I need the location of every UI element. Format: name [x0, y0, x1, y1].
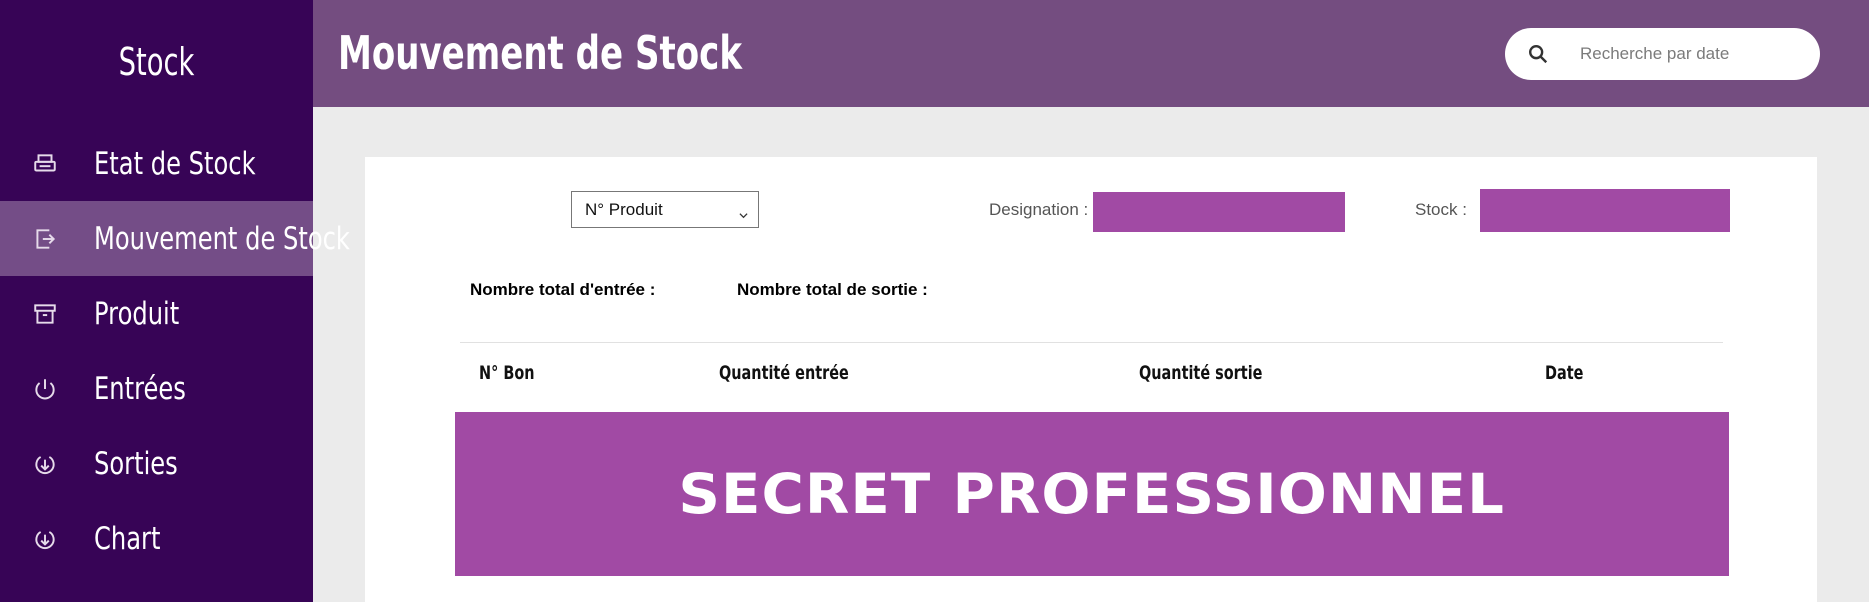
export-icon	[32, 226, 58, 252]
printer-icon	[32, 151, 58, 177]
sidebar: Stock Etat de Stock Mouvement de Stock P…	[0, 0, 350, 602]
sidebar-item-chart[interactable]: Chart	[0, 501, 313, 576]
sidebar-item-sorties[interactable]: Sorties	[0, 426, 313, 501]
chevron-down-icon	[739, 205, 748, 219]
brand-title: Stock	[118, 40, 195, 84]
sidebar-item-label: Entrées	[94, 370, 186, 407]
column-header-bon: N° Bon	[479, 362, 535, 384]
stock-label: Stock :	[1415, 200, 1467, 219]
sidebar-item-label: Chart	[94, 520, 161, 557]
archive-icon	[32, 301, 58, 327]
sidebar-item-etat-de-stock[interactable]: Etat de Stock	[0, 126, 313, 201]
column-header-quantite-sortie: Quantité sortie	[1139, 362, 1263, 384]
column-header-quantite-entree: Quantité entrée	[719, 362, 849, 384]
sidebar-item-label: Mouvement de Stock	[94, 220, 350, 257]
search-box[interactable]	[1505, 28, 1820, 80]
search-icon	[1527, 43, 1549, 65]
page-title: Mouvement de Stock	[338, 26, 742, 80]
download-circle-icon	[32, 526, 58, 552]
sidebar-item-label: Sorties	[94, 445, 178, 482]
sidebar-item-mouvement-de-stock[interactable]: Mouvement de Stock	[0, 201, 350, 276]
download-circle-icon	[32, 451, 58, 477]
divider	[460, 342, 1723, 343]
sidebar-item-label: Produit	[94, 295, 180, 332]
power-icon	[32, 376, 58, 402]
search-input[interactable]	[1580, 38, 1800, 70]
sidebar-item-produit[interactable]: Produit	[0, 276, 313, 351]
designation-label: Designation :	[989, 200, 1089, 219]
stock-movement-card: N° Produit Designation : Stock : Nombre …	[365, 157, 1817, 602]
total-in-label: Nombre total d'entrée :	[470, 280, 656, 299]
designation-field[interactable]	[1093, 192, 1345, 232]
sidebar-item-label: Etat de Stock	[94, 145, 256, 182]
product-select-value: N° Produit	[585, 199, 663, 219]
top-header: Mouvement de Stock	[313, 0, 1869, 107]
column-header-date: Date	[1545, 362, 1584, 384]
redaction-label: SECRET PROFESSIONNEL	[678, 462, 1506, 526]
redacted-table-body: SECRET PROFESSIONNEL	[455, 412, 1729, 576]
total-out-label: Nombre total de sortie :	[737, 280, 928, 299]
stock-field[interactable]	[1480, 189, 1730, 232]
product-select[interactable]: N° Produit	[571, 191, 759, 228]
sidebar-item-entrees[interactable]: Entrées	[0, 351, 313, 426]
